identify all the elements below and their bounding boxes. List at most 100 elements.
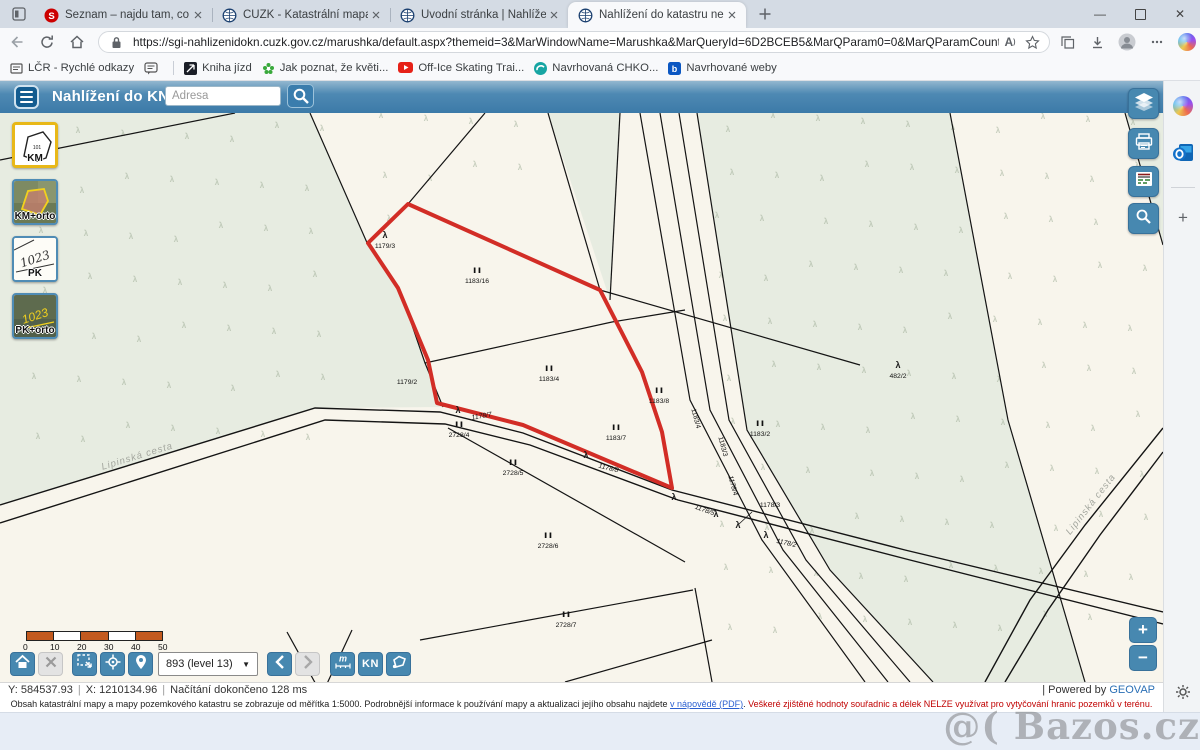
svg-text:101: 101 <box>33 145 42 151</box>
desktop-screen: SSeznam – najdu tam, co neznámČÚZK - Kat… <box>0 0 1200 750</box>
bookmark-label: Navrhované weby <box>686 62 776 74</box>
minimize-button[interactable]: — <box>1080 0 1120 28</box>
tree-symbol: λ <box>724 563 729 572</box>
printer-icon <box>1135 133 1153 155</box>
favorite-star-icon[interactable] <box>1021 32 1043 52</box>
downloads-icon[interactable] <box>1084 30 1110 54</box>
address-search-button[interactable] <box>287 84 314 108</box>
history-back-button[interactable] <box>267 652 292 676</box>
tree-symbol: λ <box>455 405 460 415</box>
bookmark-item[interactable]: Jak poznat, že květi... <box>262 62 389 75</box>
bookmark-item[interactable]: LČR - Rychlé odkazy <box>10 62 134 75</box>
tree-symbol: λ <box>1132 367 1137 376</box>
copilot-icon[interactable] <box>1174 30 1200 54</box>
tree-symbol: λ <box>859 572 864 581</box>
tab-close-icon[interactable] <box>724 7 740 23</box>
collections-icon[interactable] <box>1054 30 1080 54</box>
layers-button[interactable] <box>1128 88 1159 119</box>
tree-symbol: λ <box>959 226 964 235</box>
sidebar-add-icon[interactable]: + <box>1172 207 1194 229</box>
parcel-label: 1178/3 <box>760 502 781 509</box>
new-tab-button[interactable] <box>752 2 778 26</box>
sidebar-copilot-icon[interactable] <box>1172 95 1194 117</box>
print-button[interactable] <box>1128 128 1159 159</box>
tree-symbol: λ <box>904 575 909 584</box>
tab-close-icon[interactable] <box>368 7 384 23</box>
help-pdf-link[interactable]: v nápovědě (PDF) <box>670 699 743 709</box>
kn-info-button[interactable]: KN <box>358 652 383 676</box>
tree-symbol: λ <box>870 469 875 478</box>
read-aloud-icon[interactable]: A) <box>999 32 1021 52</box>
browser-tab-active[interactable]: Nahlížení do katastru nemovitost... <box>568 2 746 28</box>
bookmark-item[interactable]: Navrhovaná CHKO... <box>534 62 658 75</box>
tree-symbol: λ <box>858 323 863 332</box>
browser-menu-icon[interactable] <box>1144 30 1170 54</box>
tree-symbol: λ <box>727 374 732 383</box>
tree-symbol: λ <box>768 317 773 326</box>
bookmark-item[interactable]: bNavrhované weby <box>668 62 776 75</box>
home-extent-button[interactable] <box>10 652 35 676</box>
geovap-link[interactable]: GEOVAP <box>1109 684 1155 696</box>
tree-symbol: λ <box>1099 510 1104 519</box>
legend-button[interactable] <box>1128 166 1159 197</box>
svg-text:2728/5: 2728/5 <box>503 470 524 477</box>
tab-actions-icon[interactable] <box>6 2 32 26</box>
tree-symbol: λ <box>382 230 387 240</box>
tree-symbol: λ <box>1050 464 1055 473</box>
svg-text:2728/4: 2728/4 <box>449 432 470 439</box>
zoom-in-button[interactable]: + <box>1129 617 1157 643</box>
tree-symbol: λ <box>583 450 588 460</box>
locate-button[interactable] <box>100 652 125 676</box>
tree-symbol: λ <box>723 314 728 323</box>
address-bar[interactable]: https://sgi-nahlizenidokn.cuzk.gov.cz/ma… <box>98 31 1050 53</box>
tree-symbol: λ <box>1095 467 1100 476</box>
tree-symbol: λ <box>1042 361 1047 370</box>
search-tool-button[interactable] <box>1128 203 1159 234</box>
closeG-icon <box>44 655 58 674</box>
browser-tab[interactable]: SSeznam – najdu tam, co neznám <box>34 2 212 28</box>
refresh-button[interactable] <box>34 30 60 54</box>
pin-button[interactable] <box>128 652 153 676</box>
bookmark-item[interactable]: Kniha jízd <box>184 62 252 75</box>
browser-home-button[interactable] <box>64 30 90 54</box>
windows-taskbar: 9:50 21.10.2025 XW <box>0 712 1200 750</box>
cadastral-map-canvas[interactable]: λλλλλλλλλλλλλλλλλλλλλλλλλλλλλλλλλλλλλλλλ… <box>0 113 1163 682</box>
sidebar-outlook-icon[interactable] <box>1172 141 1194 163</box>
site-favicon <box>400 8 415 23</box>
layer-button-km[interactable]: 101KM <box>12 122 58 168</box>
menu-hamburger-button[interactable] <box>14 85 39 109</box>
zoom-level-select[interactable]: 893 (level 13) ▼ <box>158 652 258 676</box>
address-search-input[interactable] <box>165 86 281 106</box>
tab-title: Úvodní stránka | Nahlížení do kat... <box>421 9 546 21</box>
bookmark-item[interactable] <box>144 62 163 75</box>
tree-symbol: λ <box>167 381 172 390</box>
browser-tab[interactable]: Úvodní stránka | Nahlížení do kat... <box>390 2 568 28</box>
layer-button-pk-orto[interactable]: 1023PK+orto <box>12 293 58 339</box>
tab-close-icon[interactable] <box>546 7 562 23</box>
svg-text:1183/8: 1183/8 <box>649 398 670 405</box>
layer-button-km-orto[interactable]: KM+orto <box>12 179 58 225</box>
browser-tab[interactable]: ČÚZK - Katastrální mapa <box>212 2 390 28</box>
gear-icon[interactable] <box>1172 681 1194 703</box>
tree-symbol: λ <box>178 278 183 287</box>
tree-symbol: λ <box>1049 215 1054 224</box>
back-button[interactable] <box>4 30 30 54</box>
svg-text:1183/2: 1183/2 <box>750 431 771 438</box>
layer-button-pk[interactable]: 1023PK <box>12 236 58 282</box>
tab-close-icon[interactable] <box>190 7 206 23</box>
sidebar-divider <box>1171 187 1195 188</box>
profile-avatar[interactable] <box>1114 30 1140 54</box>
tree-symbol: λ <box>170 175 175 184</box>
maximize-button[interactable] <box>1120 0 1160 28</box>
tree-symbol: λ <box>730 168 735 177</box>
tree-symbol: λ <box>1098 261 1103 270</box>
zoom-out-button[interactable]: − <box>1129 645 1157 671</box>
measure-button[interactable]: m <box>330 652 355 676</box>
zoom-rectangle-button[interactable] <box>72 652 97 676</box>
close-button[interactable]: ✕ <box>1160 0 1200 28</box>
tree-symbol: λ <box>88 272 93 281</box>
tree-symbol: λ <box>817 363 822 372</box>
polygon-select-button[interactable] <box>386 652 411 676</box>
edge-sidebar: + <box>1163 81 1200 712</box>
bookmark-item[interactable]: Off-Ice Skating Trai... <box>398 62 524 74</box>
